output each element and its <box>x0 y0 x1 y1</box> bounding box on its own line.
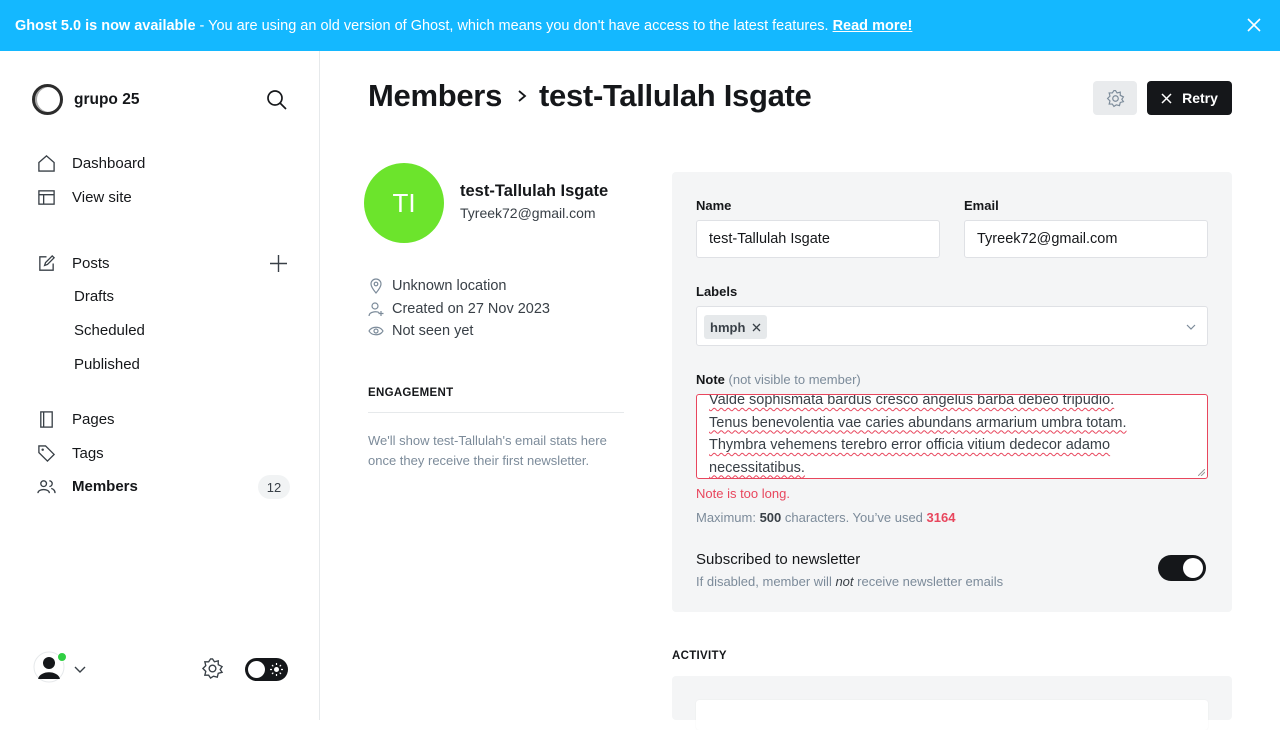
banner-headline: Ghost 5.0 is now available <box>15 17 196 34</box>
chevron-down-icon[interactable] <box>74 663 86 675</box>
member-location: Unknown location <box>368 278 506 294</box>
note-label-text: Note <box>696 372 725 387</box>
sidebar-item-posts[interactable]: Posts <box>37 254 110 273</box>
sidebar-item-scheduled[interactable]: Scheduled <box>74 322 145 339</box>
search-icon[interactable] <box>266 89 288 111</box>
note-hint: (not visible to member) <box>728 372 861 387</box>
note-char-count: Maximum: 500 characters. You’ve used 316… <box>696 510 955 525</box>
newsletter-toggle-knob <box>1183 558 1203 578</box>
max-prefix: Maximum: <box>696 510 760 525</box>
sidebar-item-tags[interactable]: Tags <box>37 444 104 463</box>
members-icon <box>37 480 56 494</box>
online-status-dot <box>57 652 67 662</box>
member-location-text: Unknown location <box>392 278 507 294</box>
member-settings-button[interactable] <box>1093 81 1137 115</box>
home-icon <box>38 155 55 172</box>
note-textarea[interactable]: Valde sophismata bardus cresco angelus b… <box>696 394 1208 479</box>
labels-label: Labels <box>696 284 738 299</box>
add-post-icon[interactable] <box>268 253 289 274</box>
page-icon <box>40 411 53 428</box>
gear-icon <box>1106 89 1124 107</box>
used-value: 3164 <box>926 510 956 525</box>
theme-toggle-knob <box>248 661 265 678</box>
note-line: Thymbra vehemens terebro error officia v… <box>709 437 1111 453</box>
page-title: test-Tallulah Isgate <box>539 78 812 113</box>
activity-heading: ACTIVITY <box>672 650 727 662</box>
breadcrumb-members-link[interactable]: Members <box>368 78 502 114</box>
activity-card <box>696 700 1208 730</box>
note-text: Valde sophismata bardus cresco angelus b… <box>709 394 1179 478</box>
name-field[interactable]: test-Tallulah Isgate <box>696 220 940 258</box>
email-label: Email <box>964 198 999 213</box>
banner-message: - You are using an old version of Ghost,… <box>199 17 829 34</box>
sidebar-item-view-site[interactable]: View site <box>37 188 132 207</box>
sidebar-item-label: Dashboard <box>72 155 146 172</box>
settings-gear-icon[interactable] <box>201 657 224 680</box>
sidebar-item-members[interactable]: Members <box>37 477 138 496</box>
location-pin-icon <box>370 278 382 294</box>
resize-handle-icon[interactable] <box>1198 469 1205 476</box>
tag-icon <box>38 445 56 463</box>
member-created-text: Created on 27 Nov 2023 <box>392 301 550 317</box>
label-token-text: hmph <box>710 319 746 335</box>
site-logo <box>32 84 63 115</box>
note-line: Tenus benevolentia vae caries abundans a… <box>709 414 1127 431</box>
newsletter-desc-post: receive newsletter emails <box>853 574 1004 589</box>
sidebar-item-label: Tags <box>72 445 104 462</box>
chevron-right-icon <box>518 90 527 102</box>
sidebar-item-drafts[interactable]: Drafts <box>74 288 114 305</box>
retry-button-label: Retry <box>1182 90 1218 106</box>
banner-read-more-link[interactable]: Read more! <box>833 18 913 34</box>
sidebar-item-pages[interactable]: Pages <box>37 410 115 429</box>
note-line: Valde sophismata bardus cresco angelus b… <box>709 394 1115 408</box>
note-label: Note (not visible to member) <box>696 372 861 387</box>
divider <box>368 412 624 413</box>
retry-button[interactable]: Retry <box>1147 81 1232 115</box>
sidebar-item-dashboard[interactable]: Dashboard <box>37 154 145 173</box>
sidebar-item-label: View site <box>72 189 132 206</box>
member-avatar: TI <box>364 163 444 243</box>
max-mid: characters. You’ve used <box>781 510 927 525</box>
site-name: grupo 25 <box>74 90 140 108</box>
remove-label-icon[interactable] <box>752 323 761 332</box>
name-label: Name <box>696 198 732 213</box>
member-last-seen-text: Not seen yet <box>392 323 474 339</box>
breadcrumb: Members test-Tallulah Isgate <box>368 78 812 114</box>
email-field[interactable]: Tyreek72@gmail.com <box>964 220 1208 258</box>
engagement-text: We'll show test-Tallulah's email stats h… <box>368 433 607 468</box>
newsletter-title: Subscribed to newsletter <box>696 551 861 568</box>
sidebar-item-label: Members <box>72 478 138 495</box>
member-email: Tyreek72@gmail.com <box>460 205 596 221</box>
update-banner: Ghost 5.0 is now available - You are usi… <box>0 0 1280 51</box>
chevron-down-icon[interactable] <box>1185 321 1197 333</box>
members-count-badge: 12 <box>258 475 290 499</box>
note-line: necessitatibus. <box>709 459 805 476</box>
close-icon <box>1161 92 1172 104</box>
member-name: test-Tallulah Isgate <box>460 182 609 200</box>
max-value: 500 <box>759 510 782 525</box>
sidebar-item-label: Posts <box>72 255 110 272</box>
labels-select[interactable]: hmph <box>696 306 1208 346</box>
close-icon[interactable] <box>1244 15 1264 35</box>
newsletter-description: If disabled, member will not receive new… <box>696 574 1003 589</box>
edit-icon <box>39 254 56 271</box>
user-add-icon <box>368 302 384 317</box>
note-error: Note is too long. <box>696 486 790 501</box>
layout-icon <box>38 190 55 205</box>
sidebar: grupo 25 Dashboard View site Posts Draft… <box>0 51 320 720</box>
label-token: hmph <box>704 315 768 339</box>
member-last-seen: Not seen yet <box>368 323 473 339</box>
newsletter-toggle[interactable] <box>1158 555 1206 581</box>
newsletter-desc-pre: If disabled, member will <box>696 574 836 589</box>
engagement-heading: ENGAGEMENT <box>368 387 454 399</box>
sidebar-item-published[interactable]: Published <box>74 356 140 373</box>
theme-toggle[interactable] <box>245 658 288 681</box>
sun-icon <box>270 663 283 676</box>
sidebar-item-label: Pages <box>72 411 115 428</box>
member-created: Created on 27 Nov 2023 <box>368 301 550 317</box>
site-brand[interactable]: grupo 25 <box>32 84 139 115</box>
activity-panel <box>672 676 1232 730</box>
eye-icon <box>368 326 384 336</box>
newsletter-desc-emphasis: not <box>835 574 854 589</box>
